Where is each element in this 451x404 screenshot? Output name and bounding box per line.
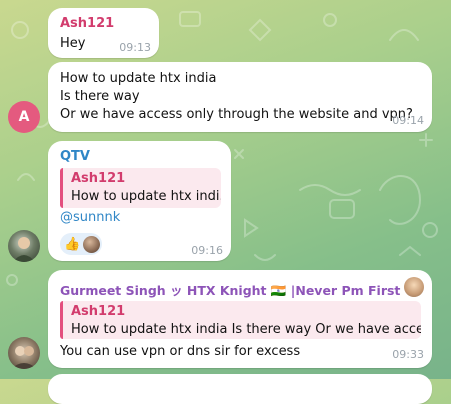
avatar-initial: A [18, 109, 30, 125]
reply-snippet: How to update htx india Is there way Or … [71, 322, 421, 337]
avatar-photo[interactable] [8, 337, 40, 369]
reply-preview[interactable]: Ash121 How to update htx india Is there … [60, 301, 421, 339]
message-time: 09:14 [392, 114, 424, 127]
reply-sender: Ash121 [71, 304, 126, 319]
message-line-1: How to update htx india [60, 71, 217, 86]
user-photo-icon [11, 346, 37, 369]
reaction-chip[interactable]: 👍 [60, 233, 102, 255]
message-sender[interactable]: QTV [60, 149, 90, 164]
message-bubble-1[interactable]: Ash121 Hey 09:13 [48, 8, 159, 58]
thumbs-up-icon: 👍 [64, 236, 81, 252]
message-time: 09:33 [392, 348, 424, 361]
reactor-avatar [83, 235, 101, 253]
message-text: You can use vpn or dns sir for excess [60, 344, 301, 359]
reply-snippet: How to update htx indi... [71, 189, 221, 204]
message-bubble-2[interactable]: How to update htx india Is there way Or … [48, 62, 432, 132]
message-bubble-4[interactable]: Gurmeet Singh ッ HTX Knight 🇮🇳 |Never Pm … [48, 270, 432, 368]
message-line-2: Is there way [60, 89, 140, 104]
message-text: Hey [60, 36, 86, 51]
avatar-photo[interactable] [8, 230, 40, 262]
message-time: 09:13 [119, 41, 151, 54]
mention-link[interactable]: @sunnnk [60, 210, 120, 225]
message-bubble-3[interactable]: QTV Ash121 How to update htx indi... @su… [48, 141, 231, 261]
sender-badge-icon [404, 277, 424, 297]
message-line-3: Or we have access only through the websi… [60, 107, 413, 122]
reply-preview[interactable]: Ash121 How to update htx indi... [60, 168, 221, 208]
reply-sender: Ash121 [71, 171, 126, 186]
message-sender[interactable]: Ash121 [60, 16, 114, 31]
message-time: 09:16 [191, 244, 223, 257]
message-sender[interactable]: Gurmeet Singh ッ HTX Knight 🇮🇳 |Never Pm … [60, 280, 400, 299]
user-photo-icon [13, 237, 35, 262]
avatar-letter[interactable]: A [8, 101, 40, 133]
